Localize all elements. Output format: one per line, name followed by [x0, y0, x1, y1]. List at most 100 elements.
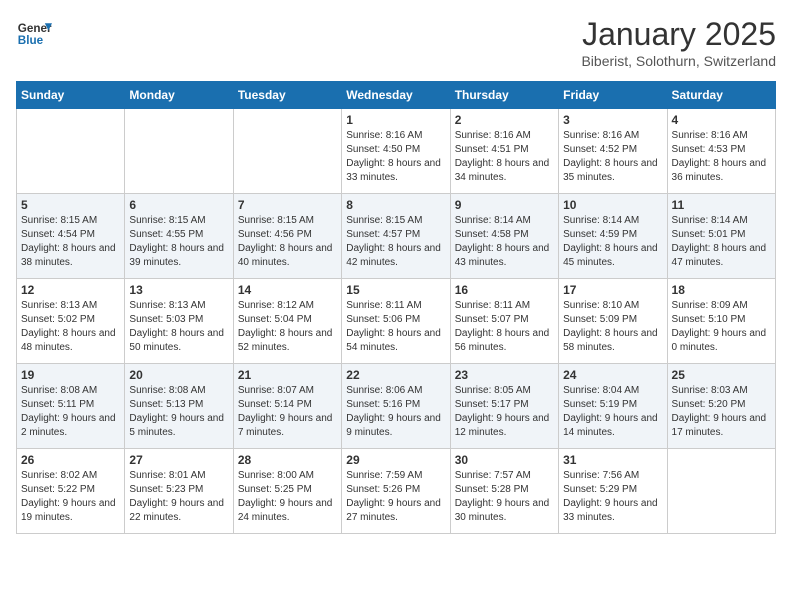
day-of-week-header: Saturday — [667, 82, 775, 109]
day-number: 3 — [563, 113, 662, 127]
calendar-day-cell: 9 Sunrise: 8:14 AMSunset: 4:58 PMDaylight… — [450, 194, 558, 279]
day-number: 1 — [346, 113, 445, 127]
calendar-day-cell: 14Sunrise: 8:12 AMSunset: 5:04 PMDayligh… — [233, 279, 341, 364]
day-info: Sunrise: 8:00 AMSunset: 5:25 PMDaylight:… — [238, 469, 337, 525]
day-number: 19 — [21, 368, 120, 382]
calendar-header-row: SundayMondayTuesdayWednesdayThursdayFrid… — [17, 82, 776, 109]
calendar-day-cell: 15 Sunrise: 8:11 AMSunset: 5:06 PMDayligh… — [342, 279, 450, 364]
day-number: 21 — [238, 368, 337, 382]
day-info: Sunrise: 7:59 AMSunset: 5:26 PMDaylight:… — [346, 469, 445, 525]
day-info: Sunrise: 8:03 AMSunset: 5:20 PMDaylight:… — [672, 384, 771, 440]
day-of-week-header: Sunday — [17, 82, 125, 109]
logo-icon: General Blue — [16, 16, 52, 52]
day-number: 10 — [563, 198, 662, 212]
day-number: 30 — [455, 453, 554, 467]
calendar-day-cell: 24 Sunrise: 8:04 AMSunset: 5:19 PMDayligh… — [559, 364, 667, 449]
logo: General Blue — [16, 16, 52, 52]
day-number: 15 — [346, 283, 445, 297]
day-number: 12 — [21, 283, 120, 297]
day-info: Sunrise: 8:14 AMSunset: 5:01 PMDaylight:… — [672, 214, 771, 270]
calendar-day-cell: 4 Sunrise: 8:16 AMSunset: 4:53 PMDaylight… — [667, 109, 775, 194]
calendar-day-cell — [233, 109, 341, 194]
calendar-day-cell: 5Sunrise: 8:15 AMSunset: 4:54 PMDaylight… — [17, 194, 125, 279]
calendar-day-cell — [667, 449, 775, 534]
day-info: Sunrise: 8:15 AMSunset: 4:54 PMDaylight:… — [21, 214, 120, 270]
day-info: Sunrise: 8:13 AMSunset: 5:02 PMDaylight:… — [21, 299, 120, 355]
day-info: Sunrise: 8:15 AMSunset: 4:55 PMDaylight:… — [129, 214, 228, 270]
day-number: 24 — [563, 368, 662, 382]
calendar-week-row: 19Sunrise: 8:08 AMSunset: 5:11 PMDayligh… — [17, 364, 776, 449]
calendar-day-cell: 21Sunrise: 8:07 AMSunset: 5:14 PMDayligh… — [233, 364, 341, 449]
title-block: January 2025 Biberist, Solothurn, Switze… — [581, 16, 776, 69]
day-info: Sunrise: 8:16 AMSunset: 4:53 PMDaylight:… — [672, 129, 771, 185]
day-number: 7 — [238, 198, 337, 212]
day-number: 23 — [455, 368, 554, 382]
day-of-week-header: Monday — [125, 82, 233, 109]
calendar-day-cell: 19Sunrise: 8:08 AMSunset: 5:11 PMDayligh… — [17, 364, 125, 449]
day-info: Sunrise: 8:16 AMSunset: 4:51 PMDaylight:… — [455, 129, 554, 185]
calendar-week-row: 1Sunrise: 8:16 AMSunset: 4:50 PMDaylight… — [17, 109, 776, 194]
calendar-day-cell: 28 Sunrise: 8:00 AMSunset: 5:25 PMDayligh… — [233, 449, 341, 534]
day-info: Sunrise: 8:04 AMSunset: 5:19 PMDaylight:… — [563, 384, 662, 440]
day-number: 9 — [455, 198, 554, 212]
day-number: 8 — [346, 198, 445, 212]
day-info: Sunrise: 8:15 AMSunset: 4:57 PMDaylight:… — [346, 214, 445, 270]
day-number: 17 — [563, 283, 662, 297]
month-title: January 2025 — [581, 16, 776, 53]
day-of-week-header: Thursday — [450, 82, 558, 109]
day-number: 18 — [672, 283, 771, 297]
calendar-day-cell: 11 Sunrise: 8:14 AMSunset: 5:01 PMDayligh… — [667, 194, 775, 279]
day-number: 6 — [129, 198, 228, 212]
day-info: Sunrise: 8:02 AMSunset: 5:22 PMDaylight:… — [21, 469, 120, 525]
day-info: Sunrise: 8:10 AMSunset: 5:09 PMDaylight:… — [563, 299, 662, 355]
calendar-day-cell: 22 Sunrise: 8:06 AMSunset: 5:16 PMDayligh… — [342, 364, 450, 449]
day-info: Sunrise: 8:11 AMSunset: 5:06 PMDaylight:… — [346, 299, 445, 355]
day-info: Sunrise: 8:06 AMSunset: 5:16 PMDaylight:… — [346, 384, 445, 440]
day-number: 22 — [346, 368, 445, 382]
day-number: 20 — [129, 368, 228, 382]
day-number: 31 — [563, 453, 662, 467]
day-number: 28 — [238, 453, 337, 467]
calendar-day-cell: 13 Sunrise: 8:13 AMSunset: 5:03 PMDayligh… — [125, 279, 233, 364]
calendar-day-cell: 26 Sunrise: 8:02 AMSunset: 5:22 PMDayligh… — [17, 449, 125, 534]
day-info: Sunrise: 7:56 AMSunset: 5:29 PMDaylight:… — [563, 469, 662, 525]
calendar-day-cell: 3Sunrise: 8:16 AMSunset: 4:52 PMDaylight… — [559, 109, 667, 194]
calendar-week-row: 26 Sunrise: 8:02 AMSunset: 5:22 PMDayligh… — [17, 449, 776, 534]
day-info: Sunrise: 7:57 AMSunset: 5:28 PMDaylight:… — [455, 469, 554, 525]
day-number: 29 — [346, 453, 445, 467]
calendar-day-cell: 27 Sunrise: 8:01 AMSunset: 5:23 PMDayligh… — [125, 449, 233, 534]
calendar-day-cell: 18Sunrise: 8:09 AMSunset: 5:10 PMDayligh… — [667, 279, 775, 364]
day-info: Sunrise: 8:14 AMSunset: 4:58 PMDaylight:… — [455, 214, 554, 270]
day-info: Sunrise: 8:08 AMSunset: 5:13 PMDaylight:… — [129, 384, 228, 440]
calendar-day-cell: 1Sunrise: 8:16 AMSunset: 4:50 PMDaylight… — [342, 109, 450, 194]
page-header: General Blue January 2025 Biberist, Solo… — [16, 16, 776, 69]
calendar-day-cell: 7 Sunrise: 8:15 AMSunset: 4:56 PMDaylight… — [233, 194, 341, 279]
calendar-day-cell: 8 Sunrise: 8:15 AMSunset: 4:57 PMDaylight… — [342, 194, 450, 279]
day-number: 14 — [238, 283, 337, 297]
day-number: 11 — [672, 198, 771, 212]
day-info: Sunrise: 8:05 AMSunset: 5:17 PMDaylight:… — [455, 384, 554, 440]
calendar-day-cell: 17 Sunrise: 8:10 AMSunset: 5:09 PMDayligh… — [559, 279, 667, 364]
calendar-day-cell: 10Sunrise: 8:14 AMSunset: 4:59 PMDayligh… — [559, 194, 667, 279]
calendar-day-cell: 29 Sunrise: 7:59 AMSunset: 5:26 PMDayligh… — [342, 449, 450, 534]
day-of-week-header: Friday — [559, 82, 667, 109]
svg-text:Blue: Blue — [18, 34, 44, 47]
day-info: Sunrise: 8:15 AMSunset: 4:56 PMDaylight:… — [238, 214, 337, 270]
calendar-day-cell: 2Sunrise: 8:16 AMSunset: 4:51 PMDaylight… — [450, 109, 558, 194]
day-info: Sunrise: 8:13 AMSunset: 5:03 PMDaylight:… — [129, 299, 228, 355]
day-number: 4 — [672, 113, 771, 127]
day-number: 13 — [129, 283, 228, 297]
day-info: Sunrise: 8:01 AMSunset: 5:23 PMDaylight:… — [129, 469, 228, 525]
calendar-table: SundayMondayTuesdayWednesdayThursdayFrid… — [16, 81, 776, 534]
calendar-day-cell: 6 Sunrise: 8:15 AMSunset: 4:55 PMDaylight… — [125, 194, 233, 279]
calendar-day-cell: 12 Sunrise: 8:13 AMSunset: 5:02 PMDayligh… — [17, 279, 125, 364]
calendar-day-cell: 20 Sunrise: 8:08 AMSunset: 5:13 PMDayligh… — [125, 364, 233, 449]
day-number: 26 — [21, 453, 120, 467]
day-of-week-header: Tuesday — [233, 82, 341, 109]
calendar-day-cell — [125, 109, 233, 194]
calendar-week-row: 12 Sunrise: 8:13 AMSunset: 5:02 PMDayligh… — [17, 279, 776, 364]
calendar-day-cell: 31 Sunrise: 7:56 AMSunset: 5:29 PMDayligh… — [559, 449, 667, 534]
calendar-week-row: 5Sunrise: 8:15 AMSunset: 4:54 PMDaylight… — [17, 194, 776, 279]
day-number: 27 — [129, 453, 228, 467]
calendar-day-cell — [17, 109, 125, 194]
